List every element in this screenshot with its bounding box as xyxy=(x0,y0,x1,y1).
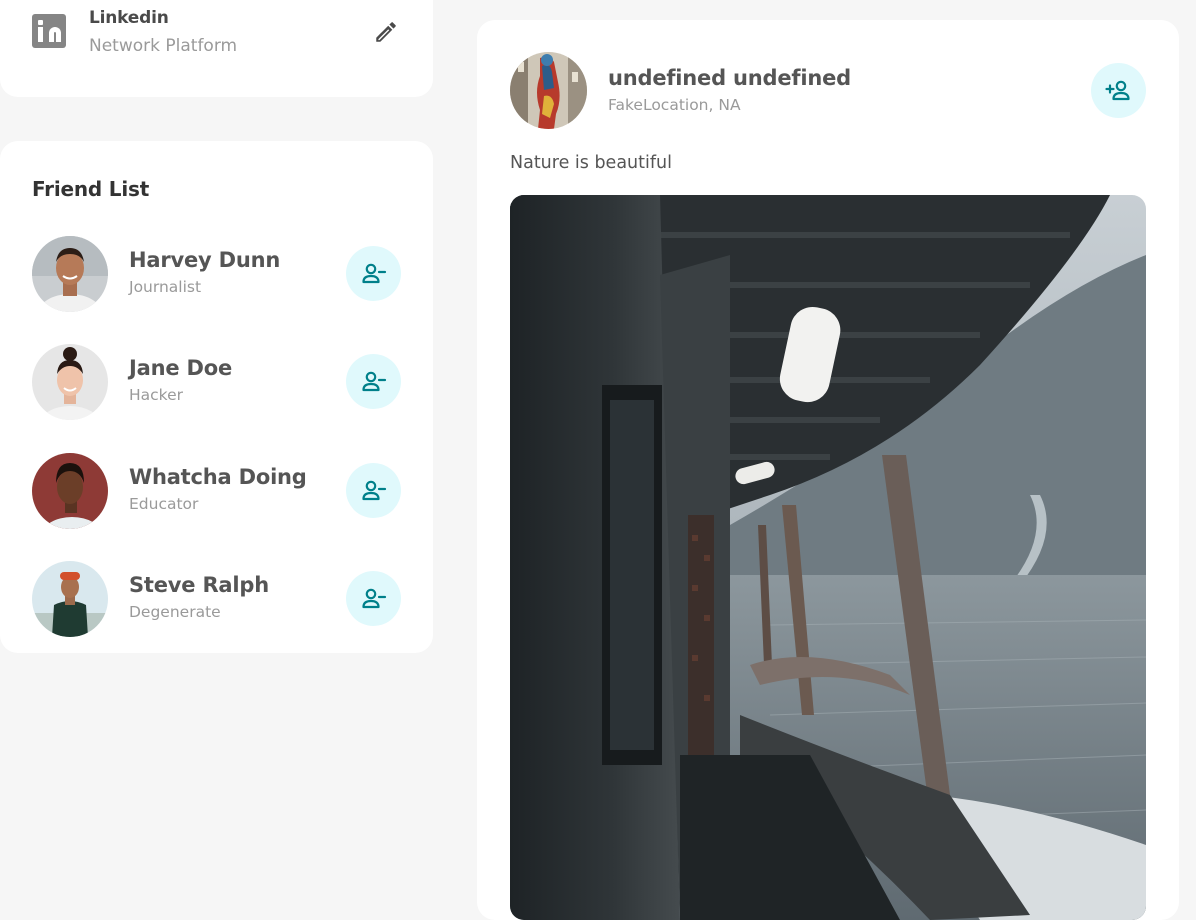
linkedin-icon xyxy=(32,14,66,48)
friend-item: Steve Ralph Degenerate xyxy=(32,561,402,637)
social-link-row[interactable]: Linkedin Network Platform xyxy=(32,8,237,56)
avatar[interactable] xyxy=(32,453,108,529)
friend-item: Whatcha Doing Educator xyxy=(32,453,402,529)
remove-friend-button[interactable] xyxy=(346,354,401,409)
post-image[interactable] xyxy=(510,195,1146,920)
friend-name: Steve Ralph xyxy=(129,573,269,597)
friend-role: Hacker xyxy=(129,386,184,404)
social-name: Linkedin xyxy=(89,8,169,28)
post-author-name: undefined undefined xyxy=(608,66,851,90)
post-author-avatar[interactable] xyxy=(510,52,587,129)
avatar[interactable] xyxy=(32,561,108,637)
friend-name: Harvey Dunn xyxy=(129,248,281,272)
remove-friend-icon xyxy=(361,588,386,608)
avatar[interactable] xyxy=(32,236,108,312)
friend-role: Educator xyxy=(129,495,199,513)
friend-item: Jane Doe Hacker xyxy=(32,344,402,420)
friend-name: Whatcha Doing xyxy=(129,465,307,489)
add-friend-button[interactable] xyxy=(1091,63,1146,118)
social-profile-card: Linkedin Network Platform xyxy=(0,0,433,97)
friend-item: Harvey Dunn Journalist xyxy=(32,236,402,312)
social-subtitle: Network Platform xyxy=(89,36,238,56)
friend-role: Degenerate xyxy=(129,603,221,621)
remove-friend-button[interactable] xyxy=(346,463,401,518)
pencil-icon[interactable] xyxy=(373,19,399,45)
remove-friend-icon xyxy=(361,263,386,283)
friend-role: Journalist xyxy=(129,278,202,296)
add-friend-icon xyxy=(1104,80,1130,100)
avatar[interactable] xyxy=(32,344,108,420)
remove-friend-button[interactable] xyxy=(346,571,401,626)
post-location: FakeLocation, NA xyxy=(608,96,741,114)
friend-list-card: Friend List Harvey Dunn Journalist Jane … xyxy=(0,141,433,653)
remove-friend-icon xyxy=(361,371,386,391)
friend-list-title: Friend List xyxy=(32,177,150,201)
post-card: undefined undefined FakeLocation, NA Nat… xyxy=(477,20,1179,920)
remove-friend-icon xyxy=(361,480,386,500)
friend-name: Jane Doe xyxy=(129,356,232,380)
remove-friend-button[interactable] xyxy=(346,246,401,301)
post-text: Nature is beautiful xyxy=(510,153,672,173)
